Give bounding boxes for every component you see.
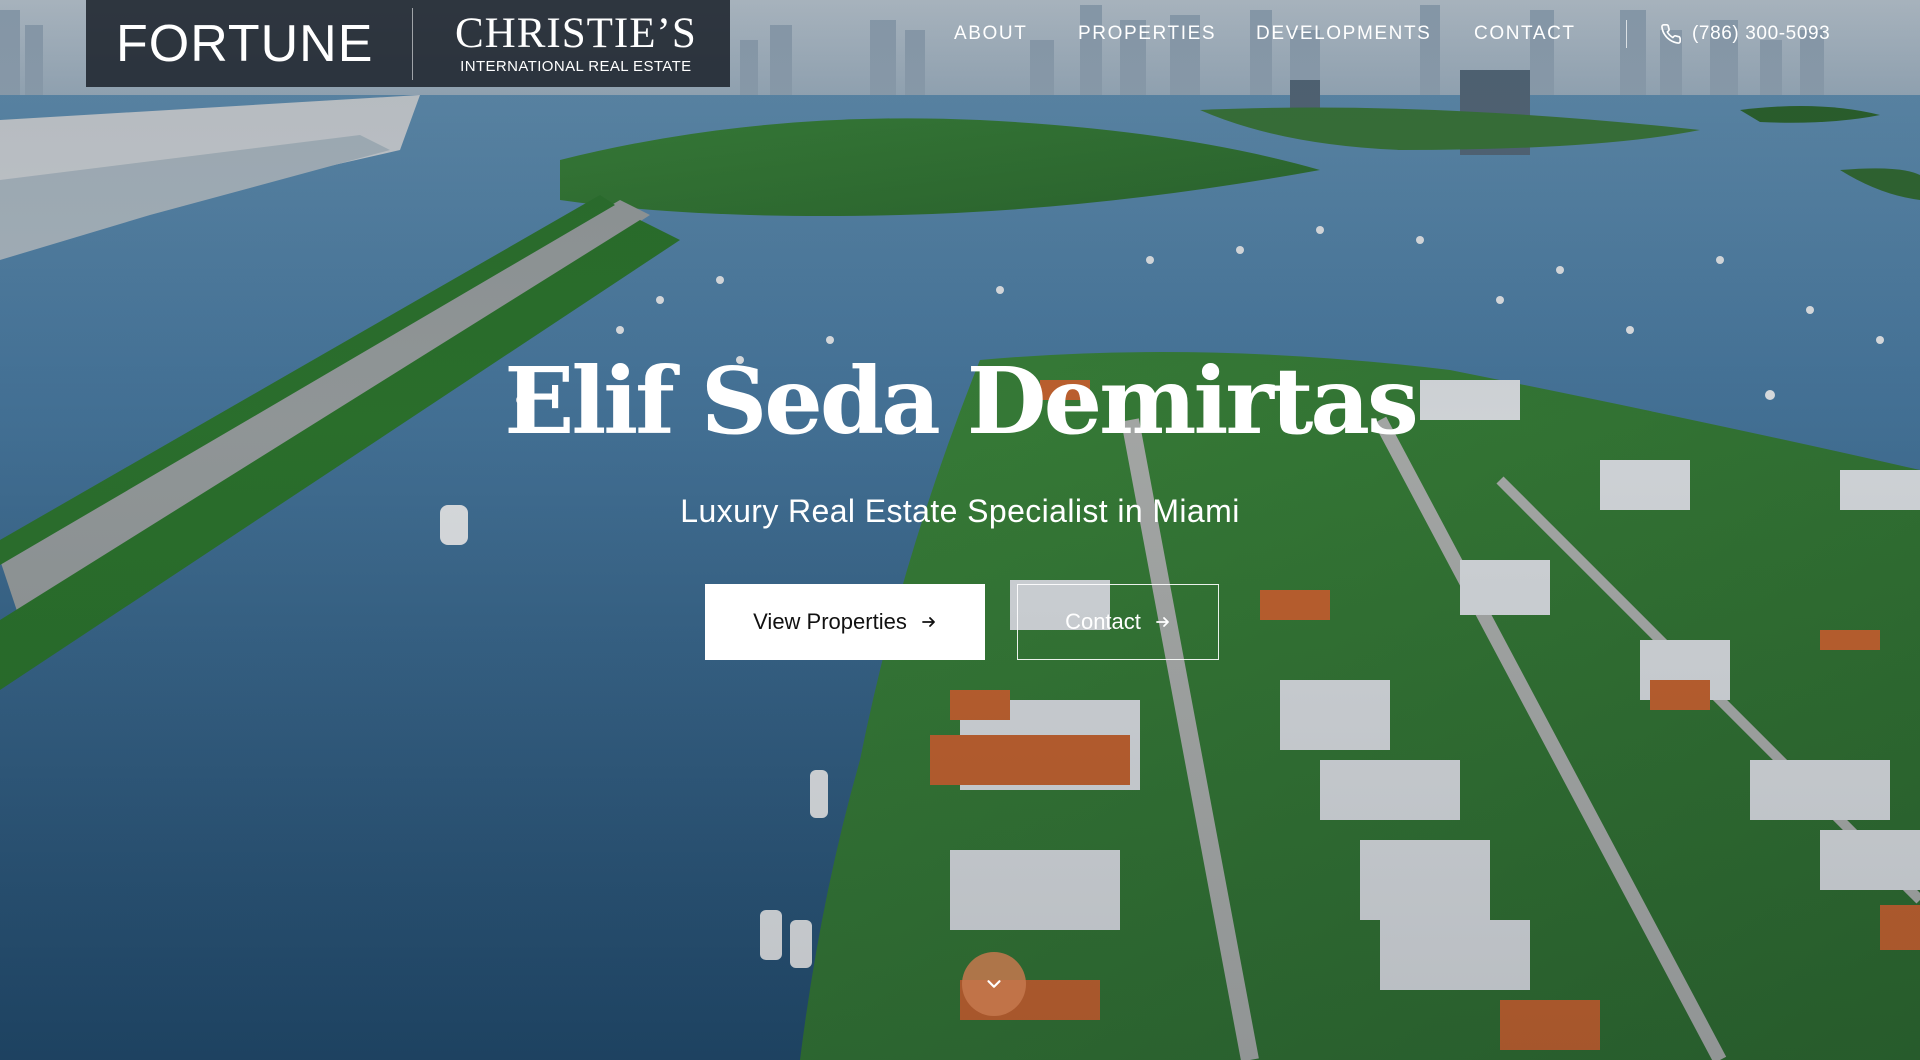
hero-content: Elif Seda Demirtas Luxury Real Estate Sp… xyxy=(0,355,1920,530)
logo-christies: CHRISTIE’S INTERNATIONAL REAL ESTATE xyxy=(455,12,697,75)
hero-overlay xyxy=(0,0,1920,1060)
nav-separator xyxy=(1626,20,1627,48)
brand-logo[interactable]: FORTUNE CHRISTIE’S INTERNATIONAL REAL ES… xyxy=(86,0,730,87)
arrow-right-icon xyxy=(1156,617,1169,627)
nav-developments[interactable]: DEVELOPMENTS xyxy=(1256,20,1431,48)
hero-section: FORTUNE CHRISTIE’S INTERNATIONAL REAL ES… xyxy=(0,0,1920,1060)
logo-christies-subtitle: INTERNATIONAL REAL ESTATE xyxy=(460,58,692,75)
view-properties-label: View Properties xyxy=(753,609,907,634)
nav-about[interactable]: ABOUT xyxy=(954,20,1027,48)
nav-contact[interactable]: CONTACT xyxy=(1474,20,1576,48)
logo-fortune: FORTUNE xyxy=(116,14,374,73)
arrow-right-icon xyxy=(921,617,935,627)
phone-link[interactable]: (786) 300-5093 xyxy=(1660,20,1830,48)
hero-tagline: Luxury Real Estate Specialist in Miami xyxy=(680,493,1240,529)
hero-actions: View Properties Contact xyxy=(705,584,1219,660)
contact-button[interactable]: Contact xyxy=(1017,584,1219,660)
contact-button-label: Contact xyxy=(1065,609,1141,634)
logo-divider xyxy=(412,7,413,80)
main-nav: ABOUT PROPERTIES DEVELOPMENTS CONTACT (7… xyxy=(940,20,1920,48)
view-properties-button[interactable]: View Properties xyxy=(705,584,985,660)
logo-christies-name: CHRISTIE’S xyxy=(455,10,697,57)
scroll-down-button[interactable] xyxy=(962,952,1026,1016)
hero-title: Elif Seda Demirtas xyxy=(504,347,1419,455)
phone-number: (786) 300-5093 xyxy=(1692,23,1831,44)
phone-icon xyxy=(1661,24,1681,44)
nav-properties[interactable]: PROPERTIES xyxy=(1078,20,1216,48)
chevron-down-icon xyxy=(987,980,1001,988)
